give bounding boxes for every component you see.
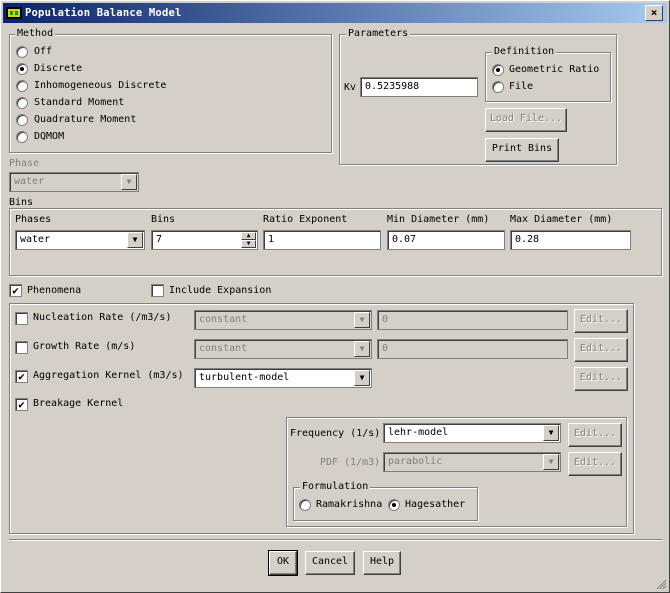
chevron-down-icon: ▼ bbox=[127, 232, 143, 248]
close-icon: × bbox=[650, 6, 658, 19]
growth-value-input[interactable]: 0 bbox=[377, 339, 568, 359]
kv-input[interactable]: 0.5235988 bbox=[360, 77, 478, 97]
file-label[interactable]: File bbox=[509, 81, 533, 92]
aggregation-label[interactable]: Aggregation Kernel (m3/s) bbox=[33, 370, 184, 381]
formulation-group-label: Formulation bbox=[300, 481, 371, 492]
growth-method-value: constant bbox=[199, 343, 248, 354]
method-dqmom-label[interactable]: DQMOM bbox=[34, 131, 64, 142]
bins-header-phases: Phases bbox=[15, 214, 52, 225]
frequency-value: lehr-model bbox=[388, 427, 449, 438]
method-inhomogeneous-label[interactable]: Inhomogeneous Discrete bbox=[34, 80, 166, 91]
geometric-ratio-radio[interactable] bbox=[492, 64, 504, 76]
bins-header-min-diameter: Min Diameter (mm) bbox=[387, 214, 490, 225]
aggregation-checkbox[interactable]: ✔ bbox=[15, 370, 28, 383]
method-standard-moment-label[interactable]: Standard Moment bbox=[34, 97, 124, 108]
growth-edit-button[interactable]: Edit... bbox=[574, 338, 628, 362]
definition-group bbox=[485, 52, 611, 102]
pdf-value: parabolic bbox=[388, 456, 443, 467]
parameters-group-label: Parameters bbox=[346, 28, 411, 39]
phenomena-label[interactable]: Phenomena bbox=[27, 285, 81, 296]
min-diameter-input[interactable]: 0.07 bbox=[387, 230, 505, 250]
title-bar: Population Balance Model bbox=[3, 3, 667, 23]
breakage-checkbox[interactable]: ✔ bbox=[15, 398, 28, 411]
close-button[interactable]: × bbox=[645, 5, 663, 21]
geometric-ratio-label[interactable]: Geometric Ratio bbox=[509, 64, 599, 75]
aggregation-edit-button[interactable]: Edit... bbox=[574, 367, 628, 391]
frequency-label: Frequency (1/s) bbox=[290, 428, 381, 439]
app-icon bbox=[6, 7, 22, 19]
bins-count-value: 7 bbox=[156, 234, 163, 245]
breakage-label[interactable]: Breakage Kernel bbox=[33, 398, 123, 409]
method-discrete-label[interactable]: Discrete bbox=[34, 63, 82, 74]
bins-phases-value: water bbox=[20, 234, 51, 245]
method-inhomogeneous-radio[interactable] bbox=[16, 80, 28, 92]
ramakrishna-label[interactable]: Ramakrishna bbox=[316, 499, 382, 510]
help-button[interactable]: Help bbox=[363, 551, 401, 575]
nucleation-method-value: constant bbox=[199, 314, 248, 325]
cancel-button[interactable]: Cancel bbox=[305, 551, 355, 575]
bins-header-ratio-exponent: Ratio Exponent bbox=[263, 214, 348, 225]
population-balance-dialog: Population Balance Model × Method Off Di… bbox=[0, 0, 670, 593]
bins-header-bins: Bins bbox=[151, 214, 176, 225]
ramakrishna-radio[interactable] bbox=[299, 499, 311, 511]
bins-spinner[interactable]: ▲ ▼ bbox=[241, 232, 256, 248]
spin-up-icon[interactable]: ▲ bbox=[241, 232, 256, 240]
phase-label: Phase bbox=[9, 158, 40, 169]
hagesather-radio[interactable] bbox=[388, 499, 400, 511]
frequency-dropdown[interactable]: lehr-model ▼ bbox=[383, 423, 561, 443]
chevron-down-icon: ▼ bbox=[543, 425, 559, 441]
method-quadrature-moment-radio[interactable] bbox=[16, 114, 28, 126]
chevron-down-icon: ▼ bbox=[543, 454, 559, 470]
nucleation-label[interactable]: Nucleation Rate (/m3/s) bbox=[33, 312, 171, 323]
pdf-label: PDF (1/m3) bbox=[320, 457, 381, 468]
method-dqmom-radio[interactable] bbox=[16, 131, 28, 143]
aggregation-method-value: turbulent-model bbox=[199, 372, 290, 383]
window-title: Population Balance Model bbox=[25, 7, 182, 19]
method-discrete-radio[interactable] bbox=[16, 63, 28, 75]
hagesather-label[interactable]: Hagesather bbox=[405, 499, 465, 510]
max-diameter-input[interactable]: 0.28 bbox=[510, 230, 631, 250]
nucleation-checkbox[interactable] bbox=[15, 312, 28, 325]
phenomena-checkbox[interactable]: ✔ bbox=[9, 284, 22, 297]
kv-label: Kv bbox=[344, 82, 357, 93]
bins-header-max-diameter: Max Diameter (mm) bbox=[510, 214, 613, 225]
chevron-down-icon: ▼ bbox=[121, 174, 137, 190]
method-standard-moment-radio[interactable] bbox=[16, 97, 28, 109]
load-file-button[interactable]: Load File... bbox=[485, 108, 567, 132]
ratio-exponent-input[interactable]: 1 bbox=[263, 230, 381, 250]
nucleation-value-input[interactable]: 0 bbox=[377, 310, 568, 330]
phase-value: water bbox=[14, 176, 45, 187]
method-quadrature-moment-label[interactable]: Quadrature Moment bbox=[34, 114, 136, 125]
spin-down-icon[interactable]: ▼ bbox=[241, 240, 256, 248]
nucleation-method-dropdown[interactable]: constant ▼ bbox=[194, 310, 372, 330]
growth-method-dropdown[interactable]: constant ▼ bbox=[194, 339, 372, 359]
growth-label[interactable]: Growth Rate (m/s) bbox=[33, 341, 135, 352]
frequency-edit-button[interactable]: Edit... bbox=[568, 423, 622, 447]
resize-grip-icon[interactable] bbox=[655, 578, 667, 590]
nucleation-edit-button[interactable]: Edit... bbox=[574, 309, 628, 333]
growth-checkbox[interactable] bbox=[15, 341, 28, 354]
pdf-edit-button[interactable]: Edit... bbox=[568, 452, 622, 476]
method-off-label[interactable]: Off bbox=[34, 46, 52, 57]
footer-separator bbox=[9, 539, 662, 541]
aggregation-method-dropdown[interactable]: turbulent-model ▼ bbox=[194, 368, 372, 388]
bins-phases-dropdown[interactable]: water ▼ bbox=[15, 230, 145, 250]
chevron-down-icon: ▼ bbox=[354, 312, 370, 328]
chevron-down-icon: ▼ bbox=[354, 370, 370, 386]
pdf-dropdown[interactable]: parabolic ▼ bbox=[383, 452, 561, 472]
bins-count-stepper[interactable]: 7 ▲ ▼ bbox=[151, 230, 258, 250]
phase-dropdown[interactable]: water ▼ bbox=[9, 172, 139, 192]
method-group-label: Method bbox=[15, 28, 56, 39]
print-bins-button[interactable]: Print Bins bbox=[485, 138, 559, 162]
file-radio[interactable] bbox=[492, 81, 504, 93]
chevron-down-icon: ▼ bbox=[354, 341, 370, 357]
include-expansion-checkbox[interactable] bbox=[151, 284, 164, 297]
ok-button[interactable]: OK bbox=[268, 550, 298, 576]
definition-group-label: Definition bbox=[492, 46, 557, 57]
bins-label: Bins bbox=[9, 197, 34, 208]
method-off-radio[interactable] bbox=[16, 46, 28, 58]
include-expansion-label[interactable]: Include Expansion bbox=[169, 285, 271, 296]
